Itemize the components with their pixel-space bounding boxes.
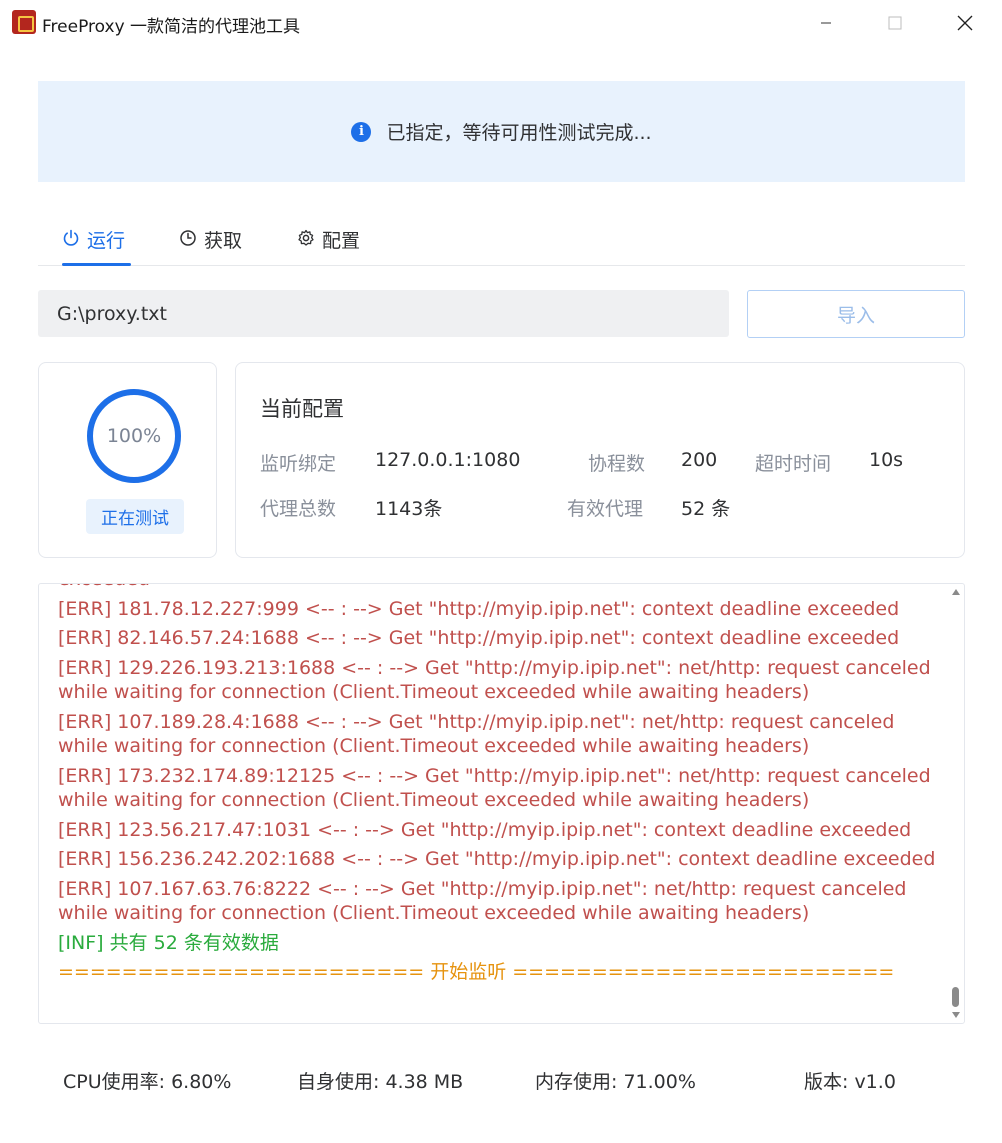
active-tab-indicator [62,263,131,266]
log-line: [ERR] 107.189.28.4:1688 <-- : --> Get "h… [58,710,895,758]
coroutines-label: 协程数 [588,453,646,475]
maximize-icon [888,16,902,29]
log-line: [ERR] 173.232.174.89:12125 <-- : --> Get… [58,764,931,812]
valid-proxies-label: 有效代理 [567,498,644,520]
log-line: [INF] 共有 52 条有效数据 [58,931,279,954]
maximize-button[interactable] [872,0,918,45]
log-line: [ERR] 181.78.12.227:999 <-- : --> Get "h… [58,597,900,620]
scroll-thumb[interactable] [952,987,959,1007]
info-icon: i [351,121,372,142]
current-config-card: 当前配置 监听绑定 127.0.0.1:1080 协程数 200 超时时间 10… [235,362,965,558]
log-line: [ERR] 156.236.242.202:1688 <-- : --> Get… [58,848,936,870]
progress-card: 100% 正在测试 [38,362,217,558]
log-line: [ERR] 107.167.63.76:8222 <-- : --> Get "… [58,877,907,925]
self-usage: 自身使用: 4.38 MB [297,1071,464,1093]
listen-value: 127.0.0.1:1080 [375,449,521,471]
gear-icon [298,229,314,246]
scroll-up-arrow-icon[interactable] [952,589,960,595]
coroutines-value: 200 [681,449,718,471]
proxy-file-path-input[interactable] [38,290,729,337]
tab-fetch[interactable]: 获取 [179,215,242,266]
timeout-label: 超时时间 [755,453,832,475]
tab-run-label: 运行 [87,230,126,252]
log-line: [ERR] 129.226.193.213:1688 <-- : --> Get… [58,656,931,704]
log-line: [ERR] 123.56.217.47:1031 <-- : --> Get "… [58,818,912,841]
alert-message: 已指定，等待可用性测试完成... [386,122,652,144]
minimize-icon [821,22,831,23]
memory-usage: 内存使用: 71.00% [535,1071,696,1093]
tab-bar: 运行 获取 配置 [38,215,965,266]
tab-config[interactable]: 配置 [297,215,360,266]
listen-label: 监听绑定 [260,453,337,475]
close-button[interactable] [942,0,988,45]
total-proxies-label: 代理总数 [260,498,337,520]
app-logo-icon [12,10,36,34]
progress-percent: 100% [106,425,162,447]
tab-fetch-label: 获取 [204,230,243,252]
cpu-usage: CPU使用率: 6.80% [63,1071,232,1093]
config-title: 当前配置 [260,397,344,421]
clock-icon [180,230,196,246]
import-button[interactable]: 导入 [747,290,965,338]
log-line: ======================= 开始监听 ===========… [58,961,895,983]
power-icon [63,229,79,246]
window-title: FreeProxy 一款简洁的代理池工具 [42,17,301,37]
log-scrollbar[interactable] [948,584,964,1023]
log-output[interactable]: exceeded [ERR] 181.78.12.227:999 <-- : --… [38,583,965,1024]
timeout-value: 10s [869,449,904,471]
minimize-button[interactable] [803,0,849,45]
tab-run[interactable]: 运行 [62,215,132,266]
title-bar: FreeProxy 一款简洁的代理池工具 [0,0,1002,45]
log-line: [ERR] 82.146.57.24:1688 <-- : --> Get "h… [58,627,900,649]
version: 版本: v1.0 [804,1071,896,1093]
scroll-down-arrow-icon[interactable] [952,1012,960,1018]
close-icon [957,15,973,30]
valid-proxies-value: 52 条 [681,498,731,520]
log-lines: exceeded [ERR] 181.78.12.227:999 <-- : --… [58,584,948,990]
tab-config-label: 配置 [322,230,361,252]
log-line: exceeded [58,584,948,592]
total-proxies-value: 1143条 [375,498,443,520]
status-badge: 正在测试 [86,499,184,534]
status-alert: i 已指定，等待可用性测试完成... [38,81,965,182]
